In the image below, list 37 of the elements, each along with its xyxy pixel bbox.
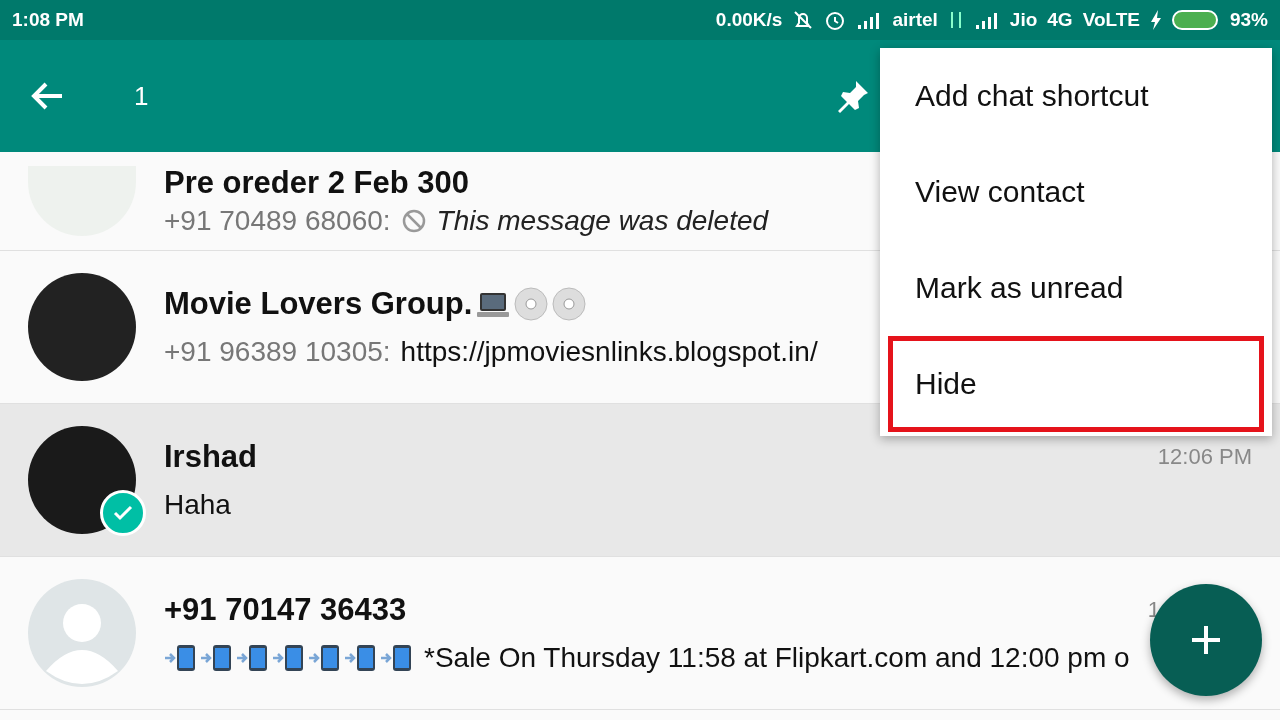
clock: 1:08 PM — [12, 9, 84, 31]
message-sender: +91 70489 68060: — [164, 205, 391, 237]
disc-icon — [514, 287, 549, 321]
network-speed: 0.00K/s — [715, 9, 783, 31]
pin-icon[interactable] — [836, 79, 870, 113]
disc-icon — [552, 287, 587, 321]
message-sender: +91 96389 10305: — [164, 336, 391, 368]
arrow-phone-icon — [200, 643, 234, 673]
volte-label: VoLTE — [1082, 9, 1140, 31]
signal-icon — [973, 11, 1000, 29]
selected-count: 1 — [134, 80, 149, 112]
message-preview: https://jpmoviesnlinks.blogspot.in/ — [400, 336, 818, 368]
chat-name: Movie Lovers Group. — [164, 286, 473, 322]
message-preview: This message was deleted — [436, 205, 769, 237]
network-type: 4G — [1047, 9, 1073, 31]
back-arrow-icon[interactable] — [30, 81, 64, 111]
message-preview: *Sale On Thursday 11:58 at Flipkart.com and 12:00 pm o — [424, 642, 1130, 674]
chat-name: Pre oreder 2 Feb 300 — [164, 165, 469, 201]
carrier-name: Jio — [1009, 9, 1038, 31]
chat-name: Irshad — [164, 439, 258, 475]
arrow-phone-icon — [164, 643, 198, 673]
battery-icon — [1171, 9, 1220, 31]
chat-time: 12:06 PM — [1157, 444, 1252, 470]
arrow-phone-icon — [344, 643, 378, 673]
arrow-phone-icon — [236, 643, 270, 673]
carrier-name: airtel — [892, 9, 938, 31]
chat-row[interactable]: Irshad 12:06 PM Haha — [0, 404, 1280, 557]
message-preview: Haha — [164, 489, 231, 521]
battery-percent: 93% — [1229, 9, 1268, 31]
arrow-phone-icon — [380, 643, 414, 673]
chat-name: +91 70147 36433 — [164, 592, 407, 628]
arrow-phone-icon — [308, 643, 342, 673]
arrow-phone-icon — [272, 643, 306, 673]
menu-item[interactable]: Hide — [888, 336, 1264, 432]
alarm-clock-icon — [824, 9, 847, 31]
charging-bolt-icon — [1149, 10, 1162, 30]
plus-icon — [1190, 624, 1222, 656]
